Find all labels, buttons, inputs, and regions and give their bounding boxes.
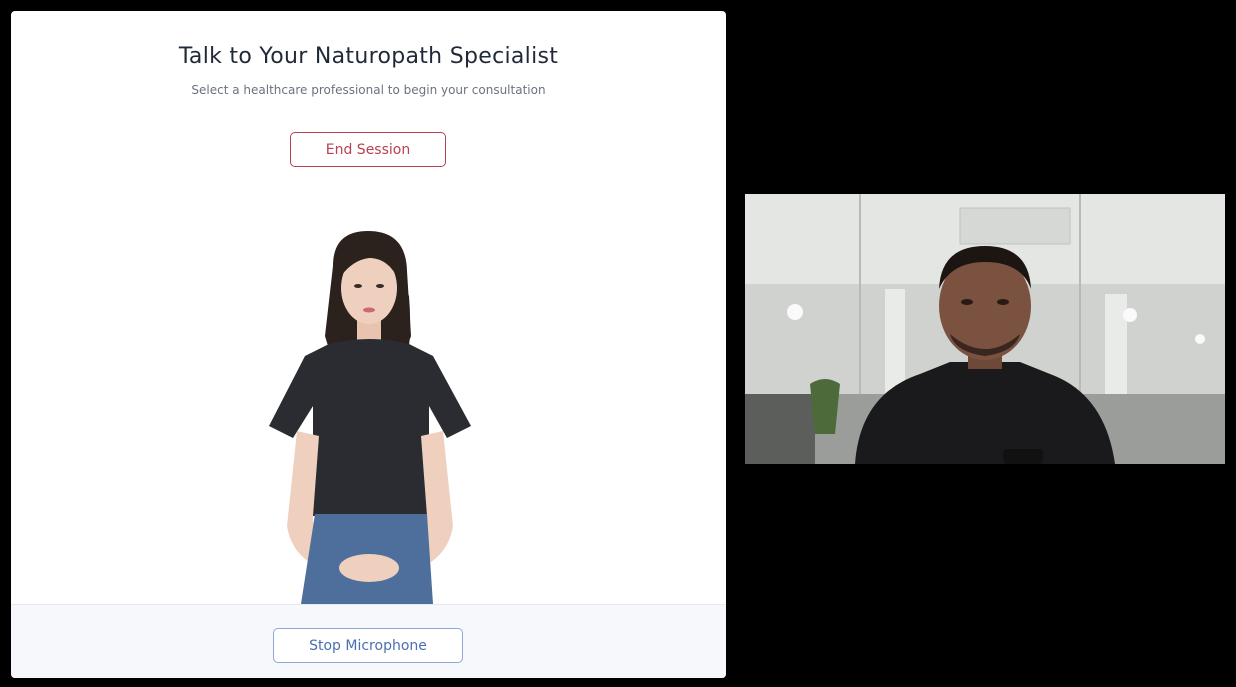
control-bar: Stop Microphone	[11, 604, 726, 678]
end-session-button[interactable]: End Session	[290, 132, 446, 167]
page-title: Talk to Your Naturopath Specialist	[178, 44, 559, 69]
avatar-figure	[269, 231, 471, 604]
webcam-scene	[745, 194, 1225, 464]
consultation-panel: Talk to Your Naturopath Specialist Selec…	[11, 11, 726, 678]
user-webcam-video	[745, 194, 1225, 464]
stop-microphone-button[interactable]: Stop Microphone	[273, 628, 463, 663]
ai-avatar-video	[261, 226, 476, 604]
page-subtitle: Select a healthcare professional to begi…	[191, 83, 546, 97]
